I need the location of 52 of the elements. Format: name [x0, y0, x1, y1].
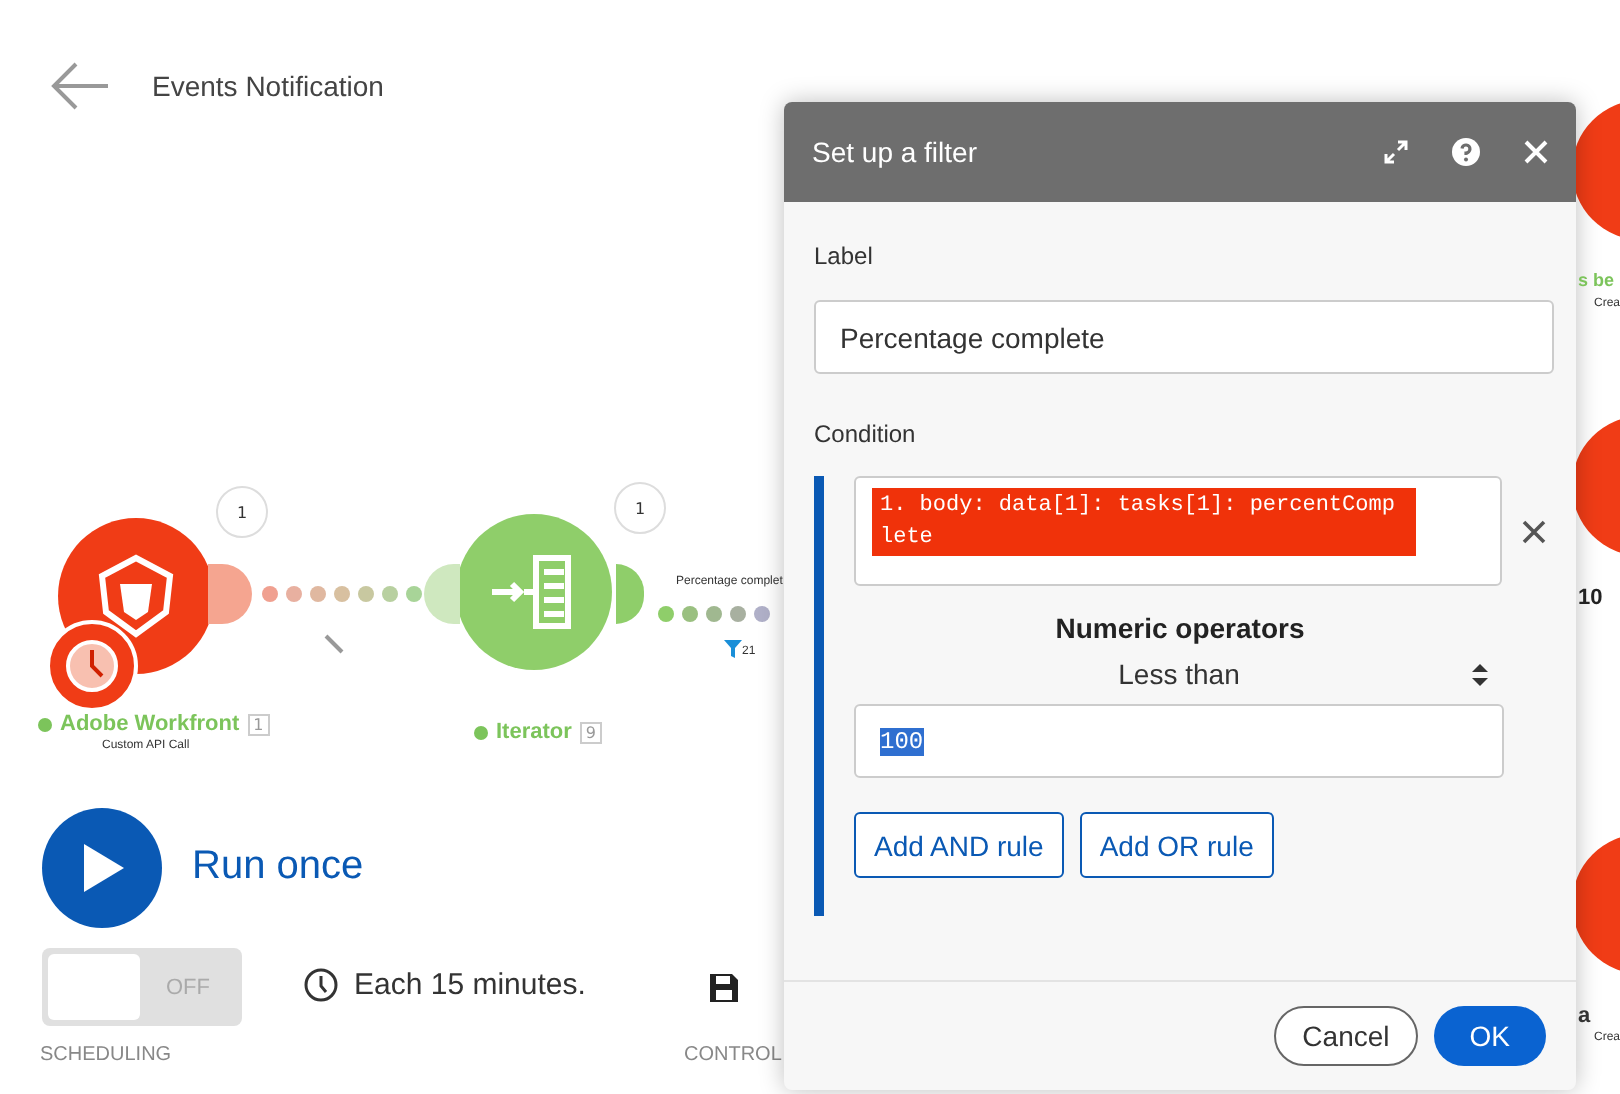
route-dot [706, 606, 722, 622]
back-arrow-icon[interactable] [48, 60, 112, 112]
condition-caption: Condition [814, 420, 918, 448]
expand-icon[interactable] [1384, 140, 1408, 164]
controls-caption: CONTROL [684, 1044, 782, 1066]
operation-count-bubble: 1 [216, 486, 268, 538]
dialog-title: Set up a filter [812, 136, 979, 168]
run-once-label: Run once [192, 844, 364, 890]
status-dot [474, 725, 488, 739]
save-icon[interactable] [710, 974, 738, 1002]
connector-handle[interactable] [616, 564, 644, 624]
route-dot [730, 606, 746, 622]
connector-handle[interactable] [424, 564, 460, 624]
module-name: a [1578, 1004, 1591, 1028]
module-name: Adobe Workfront [60, 712, 240, 736]
route-dot [406, 586, 422, 602]
label-caption: Label [814, 242, 875, 270]
route-dot [682, 606, 698, 622]
connector-handle[interactable] [208, 564, 252, 624]
route-dot [382, 586, 398, 602]
scenario-title: Events Notification [152, 70, 384, 102]
value-input[interactable]: 100 [854, 704, 1504, 778]
status-dot [38, 717, 52, 731]
module-name: Iterator [496, 720, 572, 744]
help-icon[interactable] [1452, 138, 1480, 166]
sort-arrows-icon [1472, 664, 1488, 686]
remove-rule-button[interactable] [1522, 519, 1546, 543]
route-dot [310, 586, 326, 602]
condition-field[interactable]: 1. body: data[1]: tasks[1]: percentComplete [854, 476, 1502, 586]
close-icon[interactable] [1524, 140, 1548, 164]
route-dot [334, 586, 350, 602]
label-input[interactable]: Percentage complete [814, 300, 1554, 374]
module-name: 10 [1578, 586, 1603, 610]
ok-button[interactable]: OK [1433, 1006, 1546, 1066]
add-rule-button[interactable]: Add OR rule [1079, 812, 1274, 878]
module-number: 9 [579, 721, 602, 743]
filter-icon[interactable] [724, 640, 742, 658]
module-name: s be [1578, 270, 1615, 290]
cancel-button[interactable]: Cancel [1274, 1006, 1418, 1066]
route-dot [286, 586, 302, 602]
route-dot [658, 606, 674, 622]
module-number: 1 [247, 713, 270, 735]
route-dot [358, 586, 374, 602]
operator-group-label: Numeric operators [1055, 612, 1305, 644]
operation-count-bubble: 1 [614, 482, 666, 534]
scheduling-caption: SCHEDULING [40, 1044, 172, 1066]
route-dot [262, 586, 278, 602]
add-rule-button[interactable]: Add AND rule [854, 812, 1064, 878]
clock-icon [304, 968, 338, 1002]
schedule-interval[interactable]: Each 15 minutes. [354, 968, 586, 1002]
route-dot [754, 606, 770, 622]
operator-select[interactable]: Less than [854, 644, 1504, 704]
